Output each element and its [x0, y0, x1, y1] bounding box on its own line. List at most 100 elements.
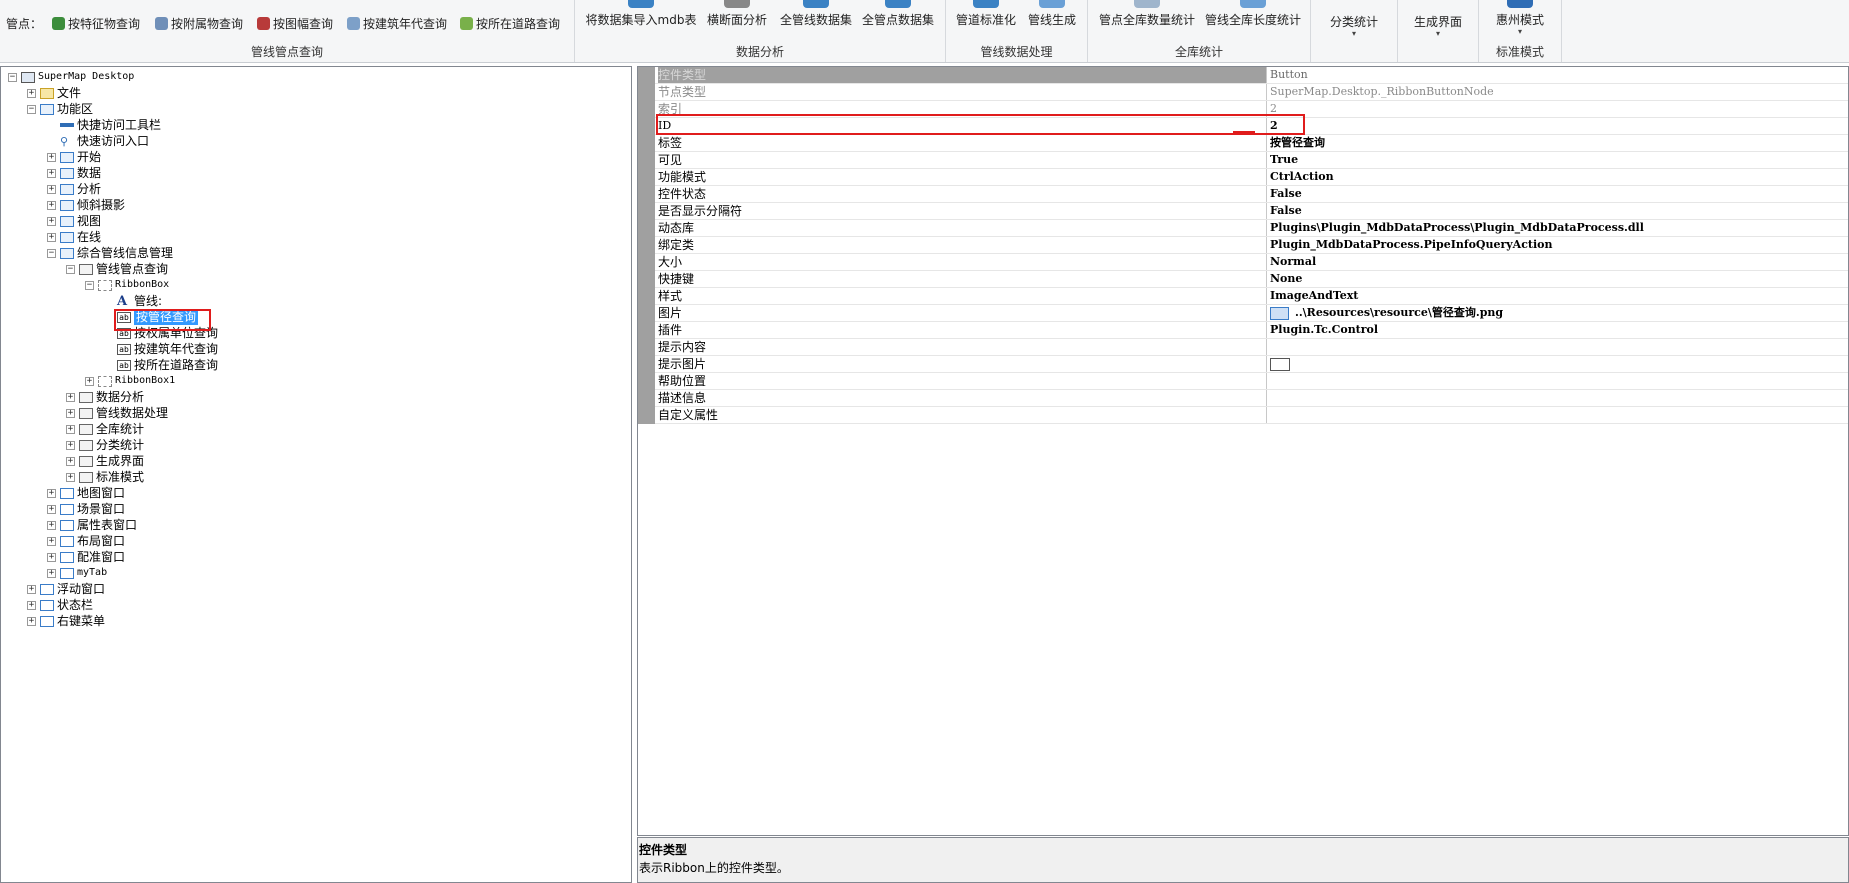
expand-icon[interactable]: +: [66, 456, 75, 466]
expand-icon[interactable]: +: [47, 504, 56, 514]
tree-node-scene-window[interactable]: + 场景窗口: [47, 501, 125, 517]
expand-icon[interactable]: +: [47, 568, 56, 578]
property-row[interactable]: 快捷键 None: [638, 271, 1848, 288]
property-value[interactable]: False: [1270, 186, 1848, 202]
tree-node-float-window[interactable]: + 浮动窗口: [27, 581, 105, 597]
tree-node-online[interactable]: + 在线: [47, 229, 101, 245]
tree-node-by-unit[interactable]: ab 按权属单位查询: [104, 325, 218, 341]
property-value[interactable]: Plugin_MdbDataProcess.PipeInfoQueryActio…: [1270, 237, 1848, 253]
tree-node-file[interactable]: + 文件: [27, 85, 81, 101]
property-row[interactable]: 可见 True: [638, 152, 1848, 169]
pipe-generate-button[interactable]: 管线生成: [1024, 0, 1080, 40]
tree-node-gen-ui[interactable]: + 生成界面: [66, 453, 144, 469]
tree-node-map-window[interactable]: + 地图窗口: [47, 485, 125, 501]
property-row[interactable]: 提示内容: [638, 339, 1848, 356]
query-by-feature-button[interactable]: 按特征物查询: [52, 14, 140, 32]
property-value[interactable]: [1270, 339, 1848, 355]
expand-icon[interactable]: +: [66, 424, 75, 434]
property-row[interactable]: 插件 Plugin.Tc.Control: [638, 322, 1848, 339]
ribbon-config-tree[interactable]: − SuperMap Desktop + 文件 − 功能区 快捷访问工具栏 ⚲ …: [0, 66, 632, 883]
property-row[interactable]: 节点类型 SuperMap.Desktop._RibbonButtonNode: [638, 84, 1848, 101]
tree-node-by-diameter[interactable]: ab 按管径查询: [104, 309, 199, 325]
collapse-icon[interactable]: −: [27, 104, 36, 114]
property-row[interactable]: 大小 Normal: [638, 254, 1848, 271]
import-mdb-button[interactable]: 将数据集导入mdb表: [585, 0, 697, 40]
point-count-stats-button[interactable]: 管点全库数量统计: [1096, 0, 1198, 40]
tree-node-data[interactable]: + 数据: [47, 165, 101, 181]
query-by-mapsheet-button[interactable]: 按图幅查询: [257, 14, 333, 32]
tree-node-context-menu[interactable]: + 右键菜单: [27, 613, 105, 629]
property-value[interactable]: 2: [1270, 118, 1848, 134]
property-value[interactable]: [1270, 407, 1848, 423]
tree-node-attr-window[interactable]: + 属性表窗口: [47, 517, 137, 533]
property-value[interactable]: Plugins\Plugin_MdbDataProcess\Plugin_Mdb…: [1270, 220, 1848, 236]
tree-node-mytab[interactable]: + myTab: [47, 565, 107, 581]
tree-node-register-window[interactable]: + 配准窗口: [47, 549, 125, 565]
property-value[interactable]: CtrlAction: [1270, 169, 1848, 185]
property-value[interactable]: ImageAndText: [1270, 288, 1848, 304]
tree-node-quick-access-entry[interactable]: ⚲ 快速访问入口: [47, 133, 149, 149]
query-by-attachment-button[interactable]: 按附属物查询: [155, 14, 243, 32]
property-value[interactable]: False: [1270, 203, 1848, 219]
expand-icon[interactable]: +: [27, 616, 36, 626]
expand-icon[interactable]: +: [66, 392, 75, 402]
all-point-dataset-button[interactable]: 全管点数据集: [859, 0, 937, 40]
property-grid[interactable]: 控件类型 Button 节点类型 SuperMap.Desktop._Ribbo…: [637, 66, 1849, 836]
expand-icon[interactable]: +: [27, 88, 36, 98]
tree-node-analysis[interactable]: + 分析: [47, 181, 101, 197]
expand-icon[interactable]: +: [47, 232, 56, 242]
expand-icon[interactable]: +: [66, 440, 75, 450]
property-value[interactable]: None: [1270, 271, 1848, 287]
tree-node-pipe-query[interactable]: − 管线管点查询: [66, 261, 168, 277]
expand-icon[interactable]: +: [27, 584, 36, 594]
tree-node-features[interactable]: − 功能区: [27, 101, 93, 117]
property-row[interactable]: 样式 ImageAndText: [638, 288, 1848, 305]
tree-node-by-year[interactable]: ab 按建筑年代查询: [104, 341, 218, 357]
generate-ui-button[interactable]: 生成界面 ▾: [1403, 10, 1473, 50]
property-value[interactable]: 按管径查询: [1270, 135, 1848, 151]
query-by-road-button[interactable]: 按所在道路查询: [460, 14, 560, 32]
property-row[interactable]: 控件状态 False: [638, 186, 1848, 203]
property-row[interactable]: 图片 ..\Resources\resource\管径查询.png: [638, 305, 1848, 322]
expand-icon[interactable]: +: [47, 152, 56, 162]
property-value[interactable]: Plugin.Tc.Control: [1270, 322, 1848, 338]
collapse-icon[interactable]: −: [8, 72, 17, 82]
property-row[interactable]: 动态库 Plugins\Plugin_MdbDataProcess\Plugin…: [638, 220, 1848, 237]
property-row[interactable]: 自定义属性: [638, 407, 1848, 424]
expand-icon[interactable]: +: [47, 184, 56, 194]
pipe-standardize-button[interactable]: 管道标准化: [953, 0, 1019, 40]
tree-node-layout-window[interactable]: + 布局窗口: [47, 533, 125, 549]
tree-node-pipe-processing[interactable]: + 管线数据处理: [66, 405, 168, 421]
property-row[interactable]: 控件类型 Button: [638, 67, 1848, 84]
tree-node-statusbar[interactable]: + 状态栏: [27, 597, 93, 613]
pipe-length-stats-button[interactable]: 管线全库长度统计: [1202, 0, 1304, 40]
all-pipeline-dataset-button[interactable]: 全管线数据集: [777, 0, 855, 40]
property-row[interactable]: 帮助位置: [638, 373, 1848, 390]
tree-node-ribbonbox1[interactable]: + RibbonBox1: [85, 373, 175, 389]
tree-node-view[interactable]: + 视图: [47, 213, 101, 229]
tree-node-by-road[interactable]: ab 按所在道路查询: [104, 357, 218, 373]
expand-icon[interactable]: +: [47, 200, 56, 210]
tree-node-std-mode[interactable]: + 标准模式: [66, 469, 144, 485]
tree-node-ribbonbox[interactable]: − RibbonBox: [85, 277, 169, 293]
tree-node-root[interactable]: − SuperMap Desktop: [8, 69, 134, 85]
property-row[interactable]: 索引 2: [638, 101, 1848, 118]
property-value-image[interactable]: ..\Resources\resource\管径查询.png: [1270, 305, 1848, 321]
property-row[interactable]: 描述信息: [638, 390, 1848, 407]
expand-icon[interactable]: +: [27, 600, 36, 610]
collapse-icon[interactable]: −: [85, 280, 94, 290]
tree-node-data-analysis[interactable]: + 数据分析: [66, 389, 144, 405]
property-row[interactable]: 标签 按管径查询: [638, 135, 1848, 152]
property-value[interactable]: [1270, 390, 1848, 406]
cross-section-button[interactable]: 横断面分析: [701, 0, 773, 40]
property-row[interactable]: 提示图片: [638, 356, 1848, 373]
expand-icon[interactable]: +: [66, 472, 75, 482]
expand-icon[interactable]: +: [47, 552, 56, 562]
tree-node-oblique[interactable]: + 倾斜摄影: [47, 197, 125, 213]
tree-node-class-stats[interactable]: + 分类统计: [66, 437, 144, 453]
tree-node-pipe-label[interactable]: A 管线:: [104, 293, 162, 309]
tree-node-quick-access-toolbar[interactable]: 快捷访问工具栏: [47, 117, 161, 133]
property-row[interactable]: 是否显示分隔符 False: [638, 203, 1848, 220]
tree-node-full-stats[interactable]: + 全库统计: [66, 421, 144, 437]
collapse-icon[interactable]: −: [47, 248, 56, 258]
